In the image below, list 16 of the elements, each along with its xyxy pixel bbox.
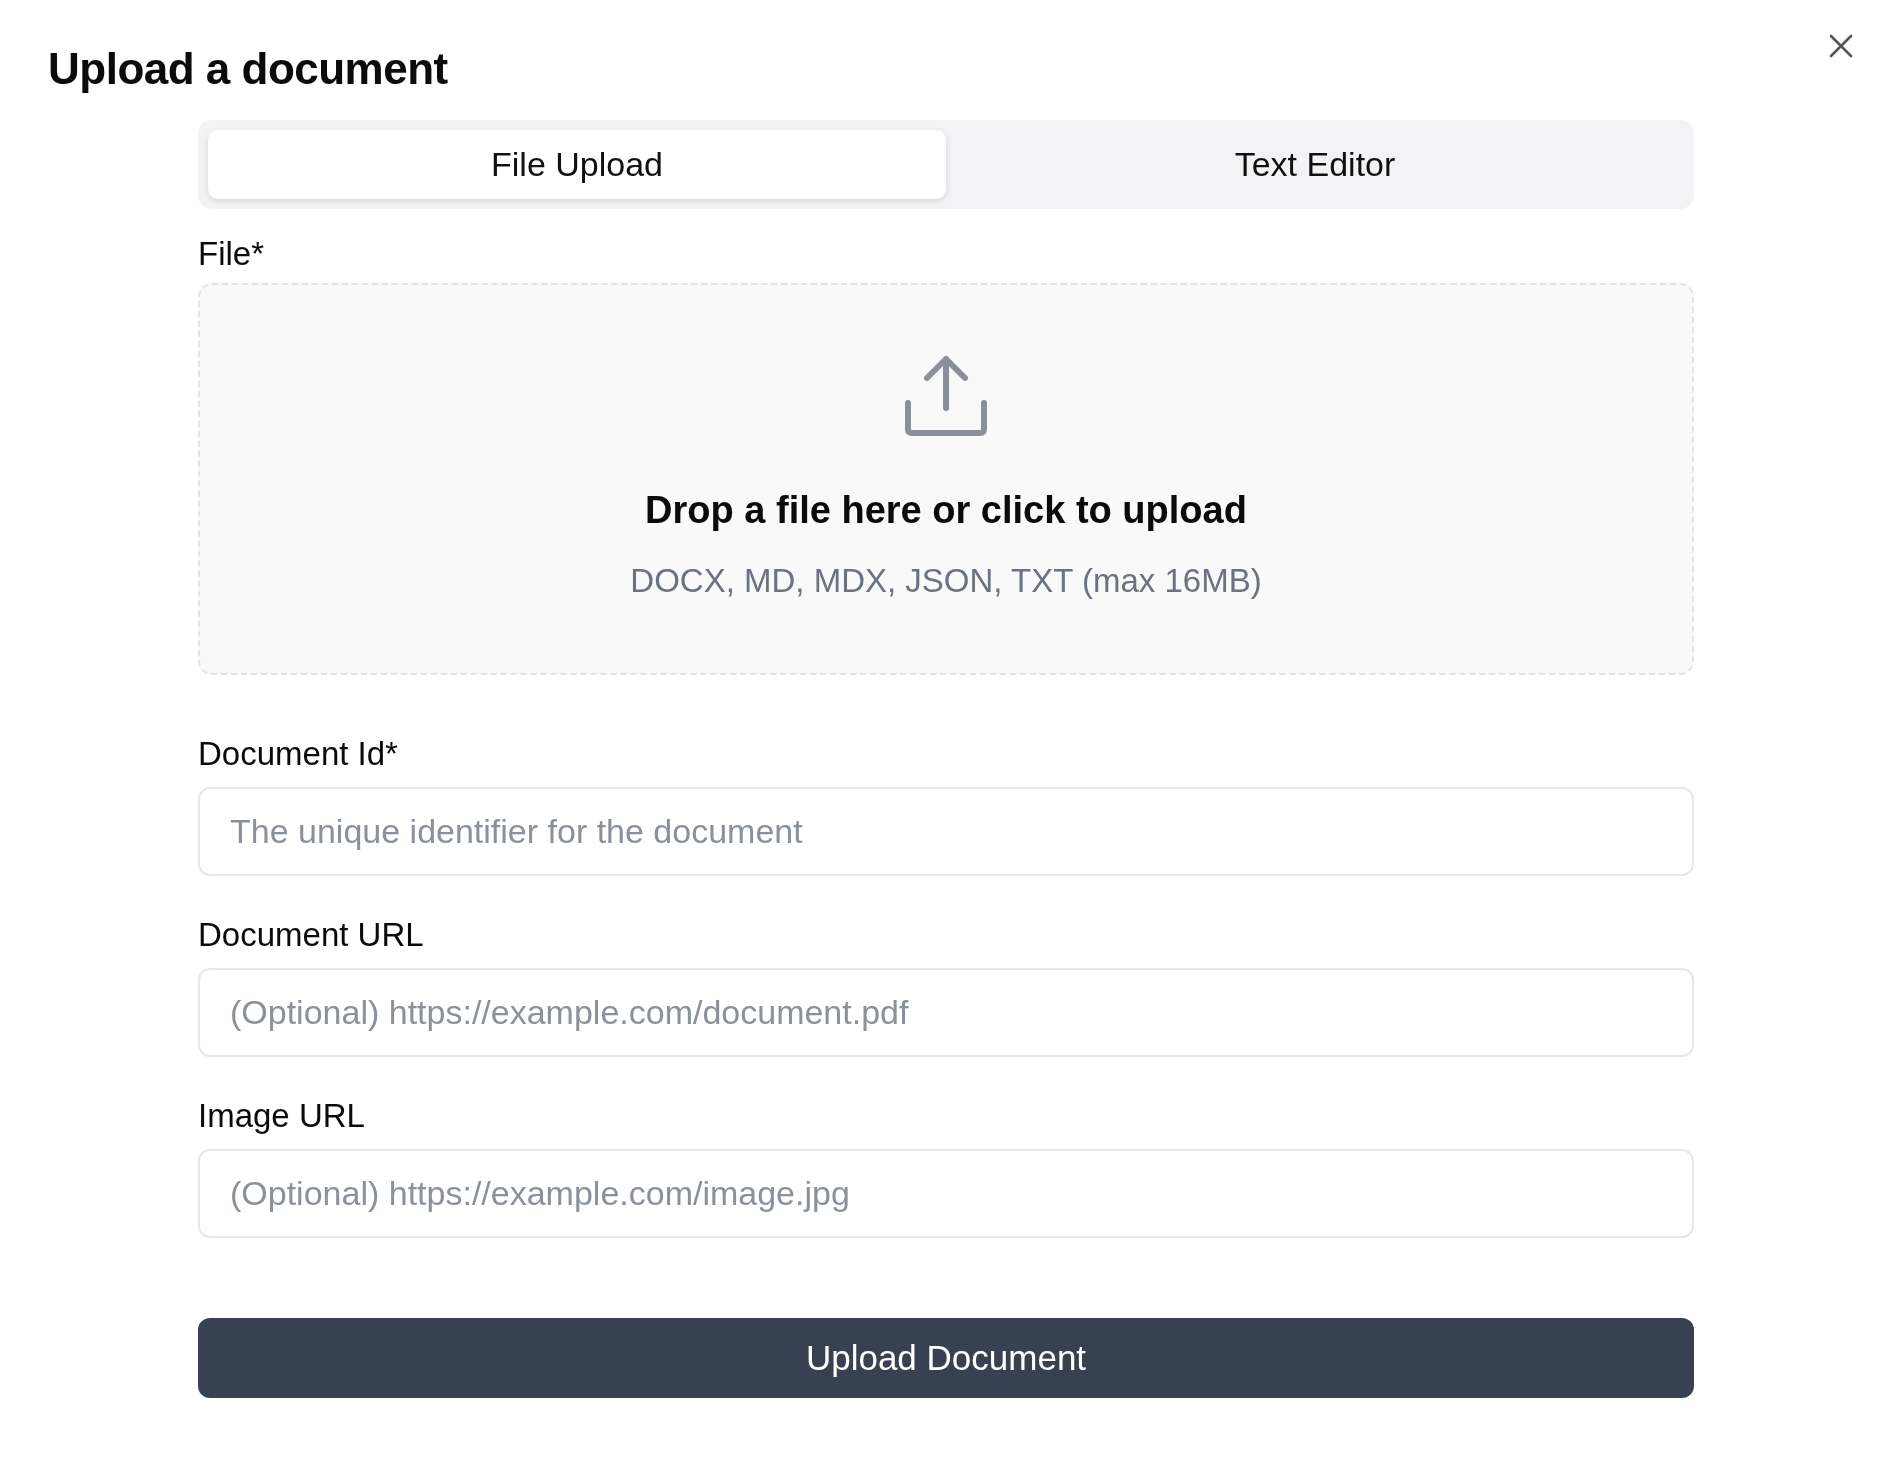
drop-instruction: Drop a file here or click to upload xyxy=(645,489,1247,532)
input-field[interactable]: (Optional) https://example.com/document.pdf xyxy=(198,968,1694,1057)
tab[interactable]: File Upload xyxy=(208,130,946,199)
close-icon[interactable] xyxy=(1828,33,1854,59)
dialog-title: Upload a document xyxy=(48,44,448,94)
tab[interactable]: Text Editor xyxy=(946,130,1684,199)
field-label: Document Id* xyxy=(198,735,399,773)
input-field[interactable]: (Optional) https://example.com/image.jpg xyxy=(198,1149,1694,1238)
field-label: File* xyxy=(198,235,266,273)
field-label: Image URL xyxy=(198,1097,366,1135)
field-label: Document URL xyxy=(198,916,425,954)
upload-icon xyxy=(903,353,989,439)
input-field[interactable]: The unique identifier for the document xyxy=(198,787,1694,876)
file-drop-zone[interactable]: Drop a file here or click to upload DOCX, MD, MDX, JSON, TXT (max 16MB) xyxy=(198,283,1694,675)
upload-document-button[interactable]: Upload Document xyxy=(198,1318,1694,1398)
file-formats-hint: DOCX, MD, MDX, JSON, TXT (max 16MB) xyxy=(630,562,1262,600)
